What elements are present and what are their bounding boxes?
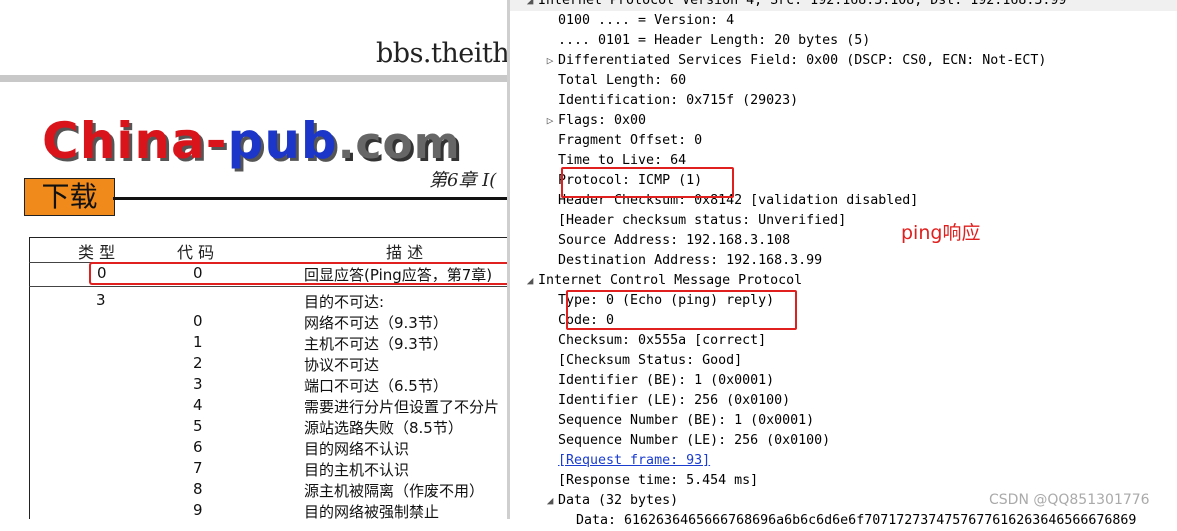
code-0: 0 [193,312,203,330]
tree-row[interactable]: Source Address: 192.168.3.108 [510,231,790,251]
expanded-arrow-icon[interactable]: ◢ [544,491,556,511]
tree-row[interactable]: ◢ Internet Protocol Version 4, Src: 192.1… [510,0,1177,11]
tree-row-label: Fragment Offset: 0 [558,133,703,148]
tree-row-label: Data: 6162636465666768696a6b6c6d6e6f7071… [576,513,1137,528]
expanded-arrow-icon[interactable]: ◢ [524,271,536,291]
tree-row-label: Identification: 0x715f (29023) [558,93,799,108]
code-9: 9 [193,501,203,519]
table-border-top [29,237,507,238]
tree-row-label: Internet Protocol Version 4, Src: 192.16… [538,0,1067,8]
code-8: 8 [193,480,203,498]
collapsed-arrow-icon[interactable]: ▷ [544,111,556,131]
tree-row-label: Total Length: 60 [558,73,687,88]
logo-part-3: .com [337,118,461,169]
tree-row[interactable]: Identification: 0x715f (29023) [510,91,798,111]
desc-3: 端口不可达（6.5节） [304,377,448,395]
tree-row[interactable]: Sequence Number (BE): 1 (0x0001) [510,411,814,431]
icmp-type-highlight-box [566,290,797,330]
tree-row[interactable]: .... 0101 = Header Length: 20 bytes (5) [510,31,870,51]
tree-row[interactable]: Destination Address: 192.168.3.99 [510,251,822,271]
tree-row[interactable]: ◢ Internet Control Message Protocol [510,271,803,291]
desc-9: 目的网络被强制禁止 [304,503,440,519]
desc-2: 协议不可达 [304,356,380,374]
desc-7: 目的主机不认识 [304,461,410,479]
header-rule [0,75,507,82]
tree-row-label: Checksum: 0x555a [correct] [558,333,767,348]
packet-details-pane[interactable]: ◢ Internet Protocol Version 4, Src: 192.1… [507,0,1177,528]
tree-row[interactable]: ▷ Differentiated Services Field: 0x00 (DS… [510,51,1047,71]
expanded-arrow-icon[interactable]: ◢ [524,0,536,11]
desc-5: 源站选路失败（8.5节） [304,419,463,437]
csdn-watermark: CSDN @QQ851301776 [989,492,1150,508]
tree-row-label: .... 0101 = Header Length: 20 bytes (5) [558,33,871,48]
site-title: bbs.theitho [376,38,507,69]
tree-row[interactable]: Data: 6162636465666768696a6b6c6d6e6f7071… [510,511,1136,531]
tree-row-label: Data (32 bytes) [558,493,679,508]
tree-row[interactable]: [Header checksum status: Unverified] [510,211,846,231]
book-page-scan: bbs.theitho China-pub.com 下载 第6章 I( 类 型 … [0,0,507,519]
code-2: 2 [193,354,203,372]
protocol-highlight-box [561,167,734,198]
desc-4: 需要进行分片但设置了不分片 [304,398,500,416]
table-border-left [29,237,30,519]
header-description: 描 述 [386,243,424,262]
echo-reply-highlight-box [89,262,507,285]
chapter-heading: 第6章 I( [429,170,497,191]
tree-row[interactable]: Total Length: 60 [510,71,686,91]
tree-row[interactable]: ▷ Flags: 0x00 [510,111,646,131]
tree-row-label: Identifier (LE): 256 (0x0100) [558,393,791,408]
header-type: 类 型 [78,243,116,262]
tree-row[interactable]: Checksum: 0x555a [correct] [510,331,766,351]
ping-response-annotation: ping响应 [901,222,981,244]
code-7: 7 [193,459,203,477]
desc-0: 网络不可达（9.3节） [304,314,448,332]
tree-row[interactable]: Identifier (BE): 1 (0x0001) [510,371,774,391]
tree-row-label: [Checksum Status: Good] [558,353,743,368]
tree-row[interactable]: [Request frame: 93] [510,451,710,471]
row-desc-unreachable: 目的不可达: [304,293,385,311]
tree-row-label: Identifier (BE): 1 (0x0001) [558,373,775,388]
tree-row-label: [Response time: 5.454 ms] [558,473,759,488]
code-4: 4 [193,396,203,414]
logo-part-2: pub [227,112,338,170]
download-badge: 下载 [24,178,115,216]
tree-row[interactable]: [Response time: 5.454 ms] [510,471,758,491]
desc-6: 目的网络不认识 [304,440,410,458]
request-frame-link[interactable]: [Request frame: 93] [558,453,710,468]
table-row-rule [29,286,507,287]
header-code: 代 码 [177,243,215,262]
code-6: 6 [193,438,203,456]
desc-8: 源主机被隔离（作废不用） [304,482,485,500]
row-type-3: 3 [96,291,106,309]
tree-row-label: Internet Control Message Protocol [538,273,803,288]
tree-row[interactable]: Fragment Offset: 0 [510,131,702,151]
tree-row-label: Time to Live: 64 [558,153,687,168]
china-pub-logo: China-pub.com [42,112,461,170]
tree-row[interactable]: Sequence Number (LE): 256 (0x0100) [510,431,830,451]
tree-row-label: Flags: 0x00 [558,113,647,128]
logo-part-1: China- [42,112,228,170]
code-1: 1 [193,333,203,351]
tree-row[interactable]: 0100 .... = Version: 4 [510,11,734,31]
code-5: 5 [193,417,203,435]
tree-row-label: Destination Address: 192.168.3.99 [558,253,823,268]
chapter-rule [113,197,507,200]
tree-row-label: Sequence Number (LE): 256 (0x0100) [558,433,831,448]
collapsed-arrow-icon[interactable]: ▷ [544,51,556,71]
tree-row-label: 0100 .... = Version: 4 [558,13,735,28]
tree-row[interactable]: [Checksum Status: Good] [510,351,742,371]
tree-row-label: Source Address: 192.168.3.108 [558,233,791,248]
tree-row[interactable]: ◢ Data (32 bytes) [510,491,678,511]
desc-1: 主机不可达（9.3节） [304,335,448,353]
tree-row-label: Sequence Number (BE): 1 (0x0001) [558,413,815,428]
code-3: 3 [193,375,203,393]
tree-row-label: [Header checksum status: Unverified] [558,213,847,228]
tree-row-label: Differentiated Services Field: 0x00 (DSC… [558,53,1047,68]
tree-row[interactable]: Identifier (LE): 256 (0x0100) [510,391,790,411]
